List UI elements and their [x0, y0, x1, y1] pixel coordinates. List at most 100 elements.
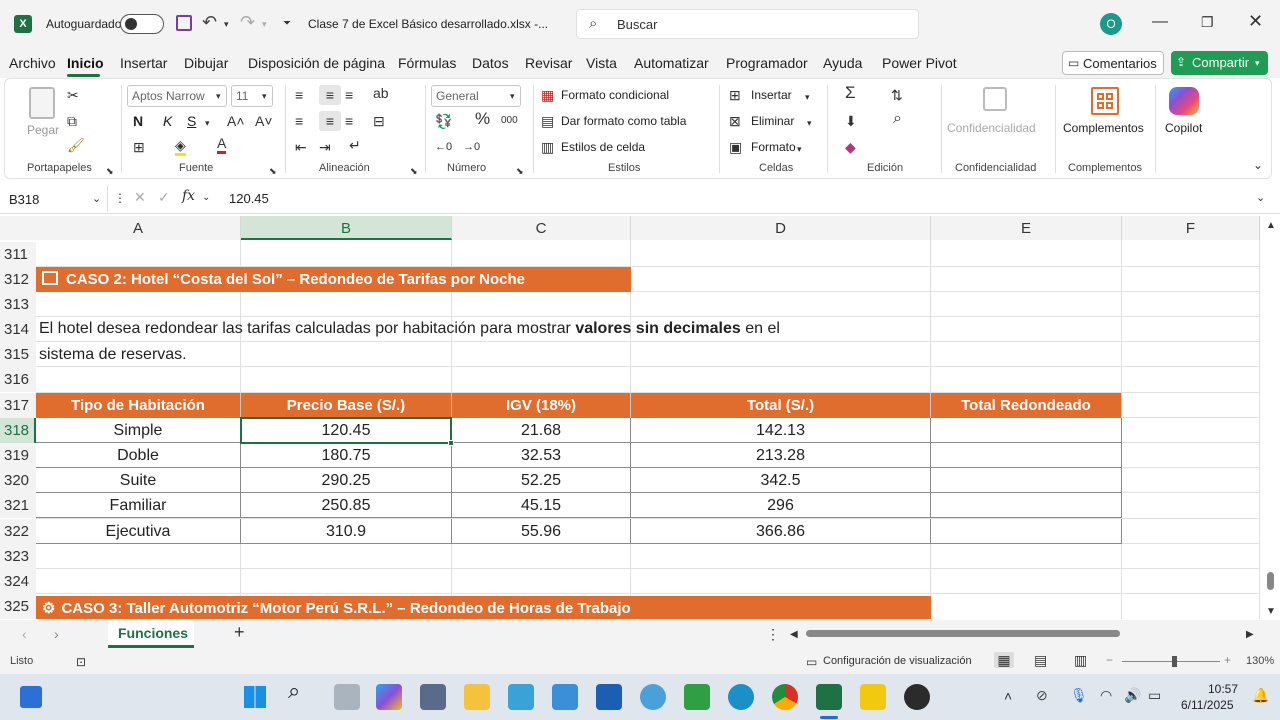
- chrome-icon[interactable]: [772, 684, 798, 710]
- table-cell[interactable]: Suite: [36, 468, 241, 493]
- borders-icon[interactable]: ⊞: [133, 139, 145, 155]
- increase-decimal-icon[interactable]: ←0: [435, 139, 452, 155]
- row-header[interactable]: 316: [0, 367, 36, 392]
- zoom-slider-thumb[interactable]: [1172, 656, 1177, 667]
- page-layout-icon[interactable]: ▤: [1034, 652, 1047, 668]
- share-button[interactable]: ⇪ Compartir ▾: [1171, 51, 1268, 75]
- header-total[interactable]: Total (S/.): [631, 393, 931, 418]
- comma-style-icon[interactable]: 000: [501, 113, 518, 129]
- zoom-slider[interactable]: [1122, 661, 1220, 662]
- customize-qat-icon[interactable]: ⏷: [283, 16, 291, 32]
- sheet-options-icon[interactable]: ⋮: [766, 626, 780, 642]
- row-header[interactable]: 324: [0, 569, 36, 594]
- wrap-text-icon[interactable]: ↵: [349, 137, 361, 153]
- align-middle-icon[interactable]: ≡: [319, 85, 341, 105]
- row-header[interactable]: 319: [0, 443, 36, 468]
- microphone-icon[interactable]: 🎙: [1070, 687, 1088, 703]
- search-box[interactable]: ⌕ Buscar: [576, 9, 919, 39]
- table-cell[interactable]: 45.15: [452, 493, 631, 518]
- vertical-scroll-thumb[interactable]: [1267, 572, 1274, 590]
- table-cell[interactable]: 296: [631, 493, 931, 518]
- row-header[interactable]: 325: [0, 594, 36, 619]
- increase-font-icon[interactable]: A˄: [227, 113, 245, 129]
- horizontal-scroll-thumb[interactable]: [806, 630, 1120, 637]
- camtasia-icon[interactable]: [684, 684, 710, 710]
- start-icon[interactable]: [244, 686, 266, 708]
- normal-view-icon[interactable]: ▦: [994, 652, 1014, 668]
- minimize-icon[interactable]: —: [1152, 14, 1168, 30]
- cut-icon[interactable]: ✂: [67, 87, 79, 103]
- prev-sheet-icon[interactable]: ‹: [22, 626, 27, 642]
- tab-power-pivot[interactable]: Power Pivot: [882, 55, 957, 71]
- scroll-left-icon[interactable]: ◀: [790, 627, 798, 643]
- row-header[interactable]: 313: [0, 292, 36, 317]
- enter-icon[interactable]: ✓: [158, 189, 170, 205]
- power-bi-icon[interactable]: [860, 684, 886, 710]
- remote-desktop-icon[interactable]: [508, 684, 534, 710]
- notepad-icon[interactable]: [552, 684, 578, 710]
- next-sheet-icon[interactable]: ›: [54, 626, 59, 642]
- row-header[interactable]: 317: [0, 393, 36, 418]
- conditional-format-button[interactable]: Formato condicional: [561, 88, 669, 102]
- column-header-f[interactable]: F: [1122, 216, 1260, 240]
- accessibility-icon[interactable]: ⊡: [76, 654, 86, 670]
- bold-button[interactable]: N: [133, 113, 143, 129]
- expand-formula-bar-icon[interactable]: ⌄: [1256, 190, 1265, 206]
- font-launcher-icon[interactable]: ⬊: [269, 163, 277, 179]
- table-cell[interactable]: 290.25: [241, 468, 452, 493]
- table-cell[interactable]: 366.86: [631, 519, 931, 544]
- page-break-icon[interactable]: ▥: [1074, 652, 1087, 668]
- column-header-e[interactable]: E: [931, 216, 1122, 240]
- chevron-down-icon[interactable]: ▾: [797, 141, 802, 157]
- orientation-icon[interactable]: ab: [373, 85, 389, 101]
- vertical-scrollbar[interactable]: ▲ ▼: [1262, 216, 1280, 619]
- table-cell[interactable]: Ejecutiva: [36, 519, 241, 544]
- cancel-icon[interactable]: ✕: [134, 189, 146, 205]
- row-header[interactable]: 318: [0, 418, 36, 443]
- number-format-select[interactable]: General ▾: [431, 85, 521, 107]
- tab-datos[interactable]: Datos: [472, 55, 509, 71]
- add-sheet-icon[interactable]: +: [234, 623, 245, 641]
- font-color-icon[interactable]: A: [217, 135, 227, 154]
- chevron-up-icon[interactable]: ˄: [1004, 688, 1012, 704]
- tab-inicio[interactable]: Inicio: [67, 55, 104, 71]
- column-header-d[interactable]: D: [631, 216, 931, 240]
- tab-vista[interactable]: Vista: [586, 55, 617, 71]
- header-precio-base[interactable]: Precio Base (S/.): [241, 393, 452, 418]
- table-cell[interactable]: [931, 519, 1122, 544]
- tab-formulas[interactable]: Fórmulas: [398, 55, 456, 71]
- header-total-redondeado[interactable]: Total Redondeado: [931, 393, 1122, 418]
- table-cell[interactable]: 52.25: [452, 468, 631, 493]
- paste-button[interactable]: Pegar: [27, 123, 59, 137]
- tab-insertar[interactable]: Insertar: [120, 55, 167, 71]
- copy-icon[interactable]: ⧉: [67, 113, 77, 129]
- chevron-down-icon[interactable]: ▾: [805, 89, 810, 105]
- wifi-icon[interactable]: ◠: [1100, 687, 1112, 703]
- task-view-icon[interactable]: [334, 684, 360, 710]
- cell-styles-button[interactable]: Estilos de celda: [561, 140, 645, 154]
- sensitivity-button[interactable]: Confidencialidad: [947, 121, 1036, 135]
- format-cells-button[interactable]: Formato: [751, 140, 796, 154]
- copilot-taskbar-icon[interactable]: [376, 684, 402, 710]
- font-size-select[interactable]: 11 ▾: [231, 85, 273, 107]
- more-options-icon[interactable]: ⋮: [114, 190, 126, 206]
- scroll-up-icon[interactable]: ▲: [1266, 218, 1276, 234]
- tab-programador[interactable]: Programador: [726, 55, 808, 71]
- insert-cells-button[interactable]: Insertar: [751, 88, 792, 102]
- row-header[interactable]: 314: [0, 317, 36, 342]
- italic-button[interactable]: K: [163, 113, 172, 129]
- row-header[interactable]: 323: [0, 544, 36, 569]
- battery-icon[interactable]: ▭: [1148, 687, 1161, 703]
- fill-color-icon[interactable]: ◈: [175, 137, 186, 156]
- calculator-icon[interactable]: [420, 684, 446, 710]
- insert-function-icon[interactable]: fx: [182, 188, 195, 204]
- row-header[interactable]: 320: [0, 468, 36, 493]
- table-cell[interactable]: [931, 493, 1122, 518]
- close-icon[interactable]: ✕: [1248, 12, 1263, 30]
- maximize-icon[interactable]: ❐: [1201, 14, 1214, 30]
- table-cell[interactable]: 32.53: [452, 443, 631, 468]
- file-explorer-icon[interactable]: [464, 684, 490, 710]
- edit-app-icon[interactable]: [596, 684, 622, 710]
- clipboard-launcher-icon[interactable]: ⬊: [106, 163, 114, 179]
- widgets-icon[interactable]: [20, 686, 42, 708]
